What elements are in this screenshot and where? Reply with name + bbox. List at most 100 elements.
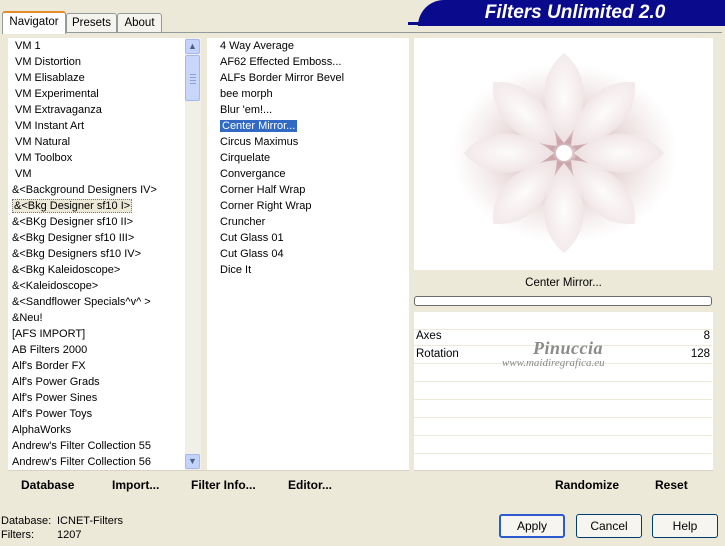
list-item[interactable]: &<BKg Designer sf10 II> bbox=[10, 214, 185, 230]
list-item[interactable]: &<Kaleidoscope> bbox=[10, 278, 185, 294]
list-item[interactable]: AF62 Effected Emboss... bbox=[218, 54, 406, 70]
list-item[interactable]: VM bbox=[10, 166, 185, 182]
list-item-label: VM Instant Art bbox=[15, 120, 85, 132]
list-item-label: Alf's Border FX bbox=[12, 360, 86, 372]
list-item[interactable]: Alf's Power Toys bbox=[10, 406, 185, 422]
list-item-label: Andrew's Filter Collection 56 bbox=[12, 456, 152, 468]
param-name: Rotation bbox=[416, 348, 459, 360]
list-item-label: &<Bkg Designer sf10 III> bbox=[12, 232, 135, 244]
list-item[interactable]: &<Bkg Kaleidoscope> bbox=[10, 262, 185, 278]
filter-list[interactable]: 4 Way Average AF62 Effected Emboss... ALFs… bbox=[218, 38, 406, 278]
list-item[interactable]: Center Mirror... bbox=[218, 118, 406, 134]
list-item[interactable]: &<Sandflower Specials^v^ > bbox=[10, 294, 185, 310]
list-item[interactable]: VM 1 bbox=[10, 38, 185, 54]
list-item[interactable]: bee morph bbox=[218, 86, 406, 102]
list-item[interactable]: Alf's Power Sines bbox=[10, 390, 185, 406]
list-item[interactable]: AB Filters 2000 bbox=[10, 342, 185, 358]
list-item-label: [AFS IMPORT] bbox=[12, 328, 86, 340]
list-item-label: VM Elisablaze bbox=[15, 72, 85, 84]
list-item-label: Center Mirror... bbox=[220, 120, 298, 132]
list-item[interactable]: VM Elisablaze bbox=[10, 70, 185, 86]
list-item[interactable]: Cut Glass 01 bbox=[218, 230, 406, 246]
list-item[interactable]: VM Extravaganza bbox=[10, 102, 185, 118]
list-item-label: Cirquelate bbox=[220, 152, 271, 164]
list-item[interactable]: Convergance bbox=[218, 166, 406, 182]
list-item-label: &<Background Designers IV> bbox=[12, 184, 157, 196]
list-item-label: &<Kaleidoscope> bbox=[12, 280, 99, 292]
category-list[interactable]: VM 1 VM Distortion VM Elisablaze VM Experim… bbox=[10, 38, 185, 470]
list-item[interactable]: Cruncher bbox=[218, 214, 406, 230]
list-item[interactable]: VM Toolbox bbox=[10, 150, 185, 166]
preview-image bbox=[452, 53, 678, 253]
param-value[interactable]: 128 bbox=[691, 346, 710, 363]
list-item-label: Alf's Power Toys bbox=[12, 408, 93, 420]
randomize-button[interactable]: Randomize bbox=[555, 478, 619, 492]
watermark-name: Pinuccia bbox=[533, 338, 603, 358]
list-item-label: Blur 'em!... bbox=[220, 104, 273, 116]
status-database-value: ICNET-Filters bbox=[57, 515, 123, 527]
list-item-label: Corner Half Wrap bbox=[220, 184, 306, 196]
list-item-label: Alf's Power Grads bbox=[12, 376, 100, 388]
list-item[interactable]: VM Experimental bbox=[10, 86, 185, 102]
list-item-label: VM bbox=[15, 168, 32, 180]
list-item[interactable]: Corner Right Wrap bbox=[218, 198, 406, 214]
list-item[interactable]: VM Natural bbox=[10, 134, 185, 150]
list-item[interactable]: Cut Glass 04 bbox=[218, 246, 406, 262]
filter-info-button[interactable]: Filter Info... bbox=[191, 478, 256, 492]
list-item[interactable]: AlphaWorks bbox=[10, 422, 185, 438]
scroll-down-button[interactable]: ▼ bbox=[185, 454, 200, 469]
list-item-label: Cut Glass 04 bbox=[220, 248, 284, 260]
tab-presets[interactable]: Presets bbox=[66, 13, 117, 32]
filter-list-panel: 4 Way Average AF62 Effected Emboss... ALFs… bbox=[207, 38, 409, 470]
list-item[interactable]: [AFS IMPORT] bbox=[10, 326, 185, 342]
list-item[interactable]: ALFs Border Mirror Bevel bbox=[218, 70, 406, 86]
list-item[interactable]: &Neu! bbox=[10, 310, 185, 326]
list-item[interactable]: &<Background Designers IV> bbox=[10, 182, 185, 198]
list-item[interactable]: Dice It bbox=[218, 262, 406, 278]
help-button[interactable]: Help bbox=[652, 514, 718, 538]
param-row-empty bbox=[414, 400, 712, 418]
watermark-url: www.maidiregrafica.eu bbox=[502, 357, 605, 369]
list-item-label: &<Bkg Kaleidoscope> bbox=[12, 264, 121, 276]
list-item[interactable]: &<Bkg Designer sf10 I> bbox=[10, 198, 185, 214]
list-item[interactable]: Alf's Border FX bbox=[10, 358, 185, 374]
tab-about[interactable]: About bbox=[117, 13, 162, 32]
list-item[interactable]: Andrew's Filter Collection 56 bbox=[10, 454, 185, 470]
scroll-up-button[interactable]: ▲ bbox=[185, 39, 200, 54]
preview-filter-name: Center Mirror... bbox=[525, 277, 602, 289]
list-item[interactable]: VM Distortion bbox=[10, 54, 185, 70]
apply-button[interactable]: Apply bbox=[499, 514, 565, 538]
list-item[interactable]: 4 Way Average bbox=[218, 38, 406, 54]
progress-bar bbox=[414, 296, 712, 306]
list-item[interactable]: Circus Maximus bbox=[218, 134, 406, 150]
status-filters-value: 1207 bbox=[57, 529, 82, 541]
list-item-label: Andrew's Filter Collection 55 bbox=[12, 440, 152, 452]
list-item-label: ALFs Border Mirror Bevel bbox=[220, 72, 345, 84]
list-item[interactable]: Cirquelate bbox=[218, 150, 406, 166]
editor-button[interactable]: Editor... bbox=[288, 478, 332, 492]
list-item[interactable]: Blur 'em!... bbox=[218, 102, 406, 118]
list-item-label: VM Distortion bbox=[15, 56, 82, 68]
list-item-label: bee morph bbox=[220, 88, 273, 100]
list-item-label: VM 1 bbox=[15, 40, 41, 52]
list-item-label: 4 Way Average bbox=[220, 40, 294, 52]
category-list-panel: VM 1 VM Distortion VM Elisablaze VM Experim… bbox=[8, 38, 185, 470]
import-button[interactable]: Import... bbox=[112, 478, 159, 492]
list-item[interactable]: VM Instant Art bbox=[10, 118, 185, 134]
category-scrollbar[interactable]: ▲ ▼ bbox=[185, 38, 201, 470]
list-item-label: Convergance bbox=[220, 168, 286, 180]
preview-panel bbox=[414, 38, 713, 270]
list-item[interactable]: Alf's Power Grads bbox=[10, 374, 185, 390]
scroll-thumb[interactable] bbox=[185, 55, 200, 101]
reset-button[interactable]: Reset bbox=[655, 478, 688, 492]
list-item[interactable]: Corner Half Wrap bbox=[218, 182, 406, 198]
database-button[interactable]: Database bbox=[21, 478, 74, 492]
list-item[interactable]: &<Bkg Designer sf10 III> bbox=[10, 230, 185, 246]
list-item[interactable]: Andrew's Filter Collection 55 bbox=[10, 438, 185, 454]
cancel-button[interactable]: Cancel bbox=[576, 514, 642, 538]
param-value[interactable]: 8 bbox=[704, 328, 710, 345]
param-name: Axes bbox=[416, 330, 442, 342]
list-item-label: Cruncher bbox=[220, 216, 266, 228]
tab-navigator[interactable]: Navigator bbox=[2, 11, 66, 34]
list-item[interactable]: &<Bkg Designers sf10 IV> bbox=[10, 246, 185, 262]
